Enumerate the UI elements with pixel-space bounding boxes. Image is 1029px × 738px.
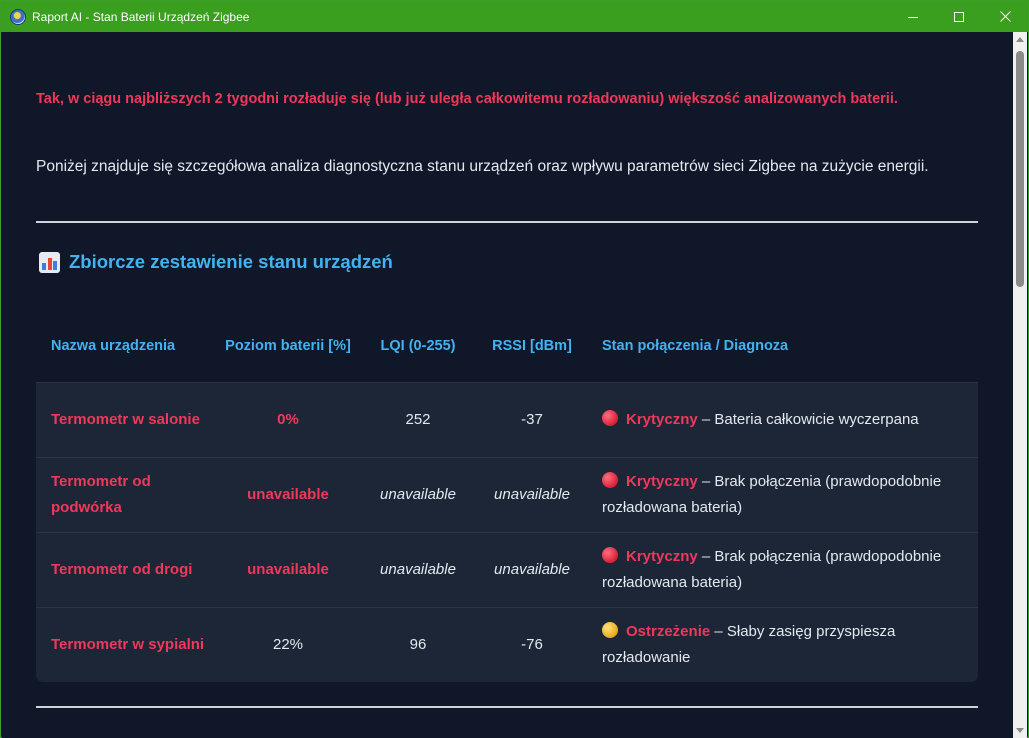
app-window: Raport AI - Stan Baterii Urządzeń Zigbee…: [0, 0, 1029, 738]
rssi-value: unavailable: [494, 561, 570, 578]
table-header: Nazwa urządzenia Poziom baterii [%] LQI …: [36, 310, 978, 382]
yellow-circle-icon: [602, 622, 618, 638]
window-controls: [890, 1, 1028, 32]
window-title: Raport AI - Stan Baterii Urządzeń Zigbee: [32, 9, 250, 24]
red-circle-icon: [602, 410, 618, 426]
device-name: Termometr w salonie: [51, 411, 200, 428]
device-name: Termometr od podwórka: [51, 473, 151, 516]
intro-paragraph: Poniżej znajduje się szczegółowa analiza…: [36, 158, 929, 175]
lqi-value: 96: [409, 636, 427, 653]
diagnosis-cell: Krytyczny – Brak połączenia (prawdopodob…: [596, 544, 978, 596]
battery-level: unavailable: [247, 486, 329, 503]
scroll-up-icon[interactable]: [1016, 37, 1024, 42]
summary-alert: Tak, w ciągu najbliższych 2 tygodni rozł…: [36, 91, 898, 107]
scroll-thumb[interactable]: [1016, 51, 1024, 287]
status-label: Ostrzeżenie: [626, 623, 711, 640]
device-name: Termometr w sypialni: [51, 636, 205, 653]
device-name: Termometr od drogi: [51, 561, 193, 578]
rssi-value: -37: [521, 411, 543, 428]
battery-level: 0%: [277, 411, 299, 428]
battery-level: unavailable: [247, 561, 329, 578]
table-row: Termometr od podwórka unavailable unavai…: [36, 457, 978, 532]
status-label: Krytyczny: [626, 548, 698, 565]
minimize-icon: [908, 16, 918, 18]
table-row: Termometr w sypialni 22% 96 -76 Ostrzeże…: [36, 607, 978, 682]
diagnosis-cell: Krytyczny – Brak połączenia (prawdopodob…: [596, 469, 978, 521]
header-lqi: LQI (0-255): [380, 338, 456, 354]
lqi-value: unavailable: [380, 486, 456, 503]
status-label: Krytyczny: [626, 473, 698, 490]
header-battery: Poziom baterii [%]: [225, 338, 351, 354]
divider: [36, 221, 978, 223]
diagnosis-cell: Ostrzeżenie – Słaby zasięg przyspiesza r…: [596, 619, 978, 671]
close-icon: [999, 11, 1011, 22]
bar-chart-icon: [39, 251, 60, 273]
red-circle-icon: [602, 472, 618, 488]
header-device-name: Nazwa urządzenia: [51, 338, 176, 354]
lqi-value: unavailable: [380, 561, 456, 578]
vertical-scrollbar[interactable]: [1013, 32, 1027, 738]
close-button[interactable]: [982, 1, 1028, 32]
red-circle-icon: [602, 547, 618, 563]
diagnosis-text: – Bateria całkowicie wyczerpana: [697, 411, 919, 428]
device-status-table: Nazwa urządzenia Poziom baterii [%] LQI …: [36, 310, 978, 682]
title-bar[interactable]: Raport AI - Stan Baterii Urządzeń Zigbee: [1, 1, 1028, 32]
section-title: Zbiorcze zestawienie stanu urządzeń: [69, 251, 393, 272]
header-rssi: RSSI [dBm]: [492, 338, 572, 354]
table-row: Termometr od drogi unavailable unavailab…: [36, 532, 978, 607]
battery-level: 22%: [272, 636, 304, 653]
diagnosis-cell: Krytyczny – Bateria całkowicie wyczerpan…: [596, 407, 978, 433]
section-heading: Zbiorcze zestawienie stanu urządzeń: [36, 251, 393, 273]
app-logo-icon: [10, 8, 26, 25]
table-row: Termometr w salonie 0% 252 -37 Krytyczny…: [36, 382, 978, 457]
maximize-button[interactable]: [936, 1, 982, 32]
header-diagnosis: Stan połączenia / Diagnoza: [602, 338, 789, 354]
lqi-value: 252: [405, 411, 431, 428]
scroll-down-icon[interactable]: [1016, 728, 1024, 733]
maximize-icon: [954, 11, 964, 22]
status-label: Krytyczny: [626, 411, 698, 428]
report-content[interactable]: Tak, w ciągu najbliższych 2 tygodni rozł…: [2, 32, 1014, 738]
minimize-button[interactable]: [890, 1, 936, 32]
divider: [36, 706, 978, 708]
rssi-value: unavailable: [494, 486, 570, 503]
rssi-value: -76: [521, 636, 543, 653]
